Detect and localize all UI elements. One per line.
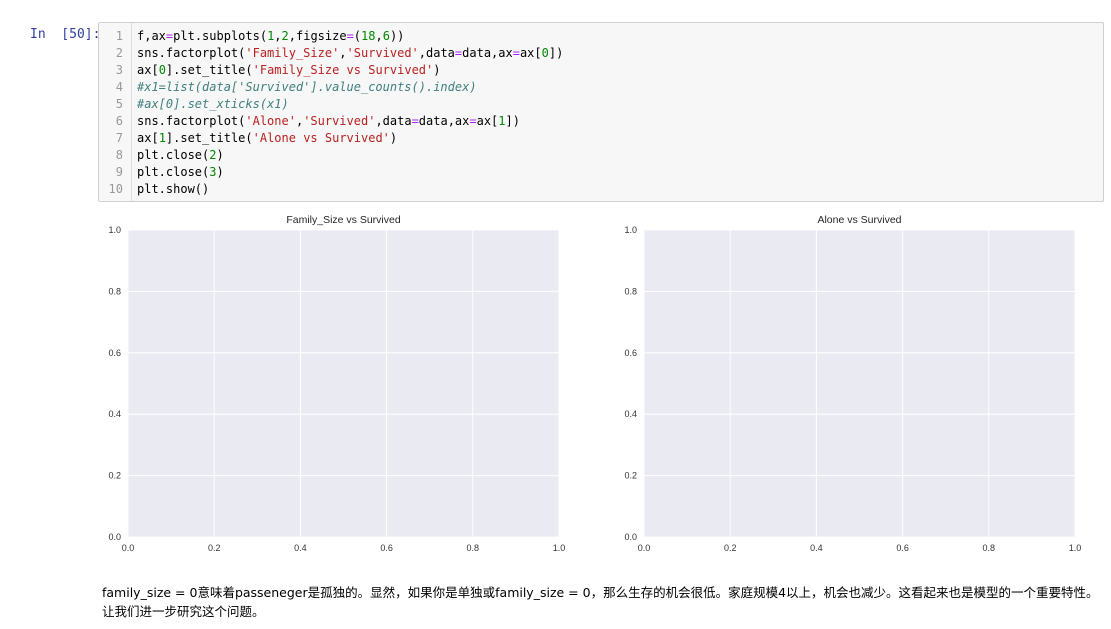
y-tick-label: 0.4	[108, 409, 121, 419]
line-number: 3	[115, 63, 123, 77]
y-tick-label: 0.2	[624, 471, 637, 481]
output-figure: 0.0 0.2 0.4 0.6 0.8 1.0 0.0 0.2 0.4 0.6 0.8 1.0 Fami…	[0, 205, 1111, 565]
code-line: 1 f,ax=plt.subplots(1,2,figsize=(18,6))	[99, 28, 1103, 45]
code-line: 2 sns.factorplot('Family_Size','Survived'…	[99, 45, 1103, 62]
y-tick-label: 0.0	[624, 532, 637, 542]
code-line: 4 #x1=list(data['Survived'].value_counts(…	[99, 79, 1103, 96]
code-line: 5 #ax[0].set_xticks(x1)	[99, 96, 1103, 113]
x-tick-label: 0.8	[467, 543, 480, 553]
subplots-figure: 0.0 0.2 0.4 0.6 0.8 1.0 0.0 0.2 0.4 0.6 0.8 1.0 Fami…	[108, 214, 1081, 553]
line-number: 4	[115, 80, 123, 94]
x-tick-label: 0.4	[294, 543, 307, 553]
y-tick-label: 0.6	[108, 348, 121, 358]
line-number: 8	[115, 148, 123, 162]
line-number: 1	[115, 29, 123, 43]
x-tick-label: 0.6	[896, 543, 909, 553]
markdown-paragraph: family_size = 0意味着passeneger是孤独的。显然，如果你是…	[102, 585, 1099, 619]
code-cell-editor[interactable]: 1 f,ax=plt.subplots(1,2,figsize=(18,6)) 2 s…	[98, 22, 1104, 202]
y-tick-label: 1.0	[108, 225, 121, 235]
code-text: #x1=list(data['Survived'].value_counts()…	[137, 80, 477, 94]
line-number: 2	[115, 46, 123, 60]
code-text: f,ax=plt.subplots(1,2,figsize=(18,6))	[137, 29, 405, 43]
code-text: plt.show()	[137, 182, 210, 196]
axes-background	[128, 230, 559, 537]
y-tick-label: 0.8	[108, 286, 121, 296]
code-line: 6 sns.factorplot('Alone','Survived',data=…	[99, 113, 1103, 130]
code-text: ax[0].set_title('Family_Size vs Survived…	[137, 63, 441, 77]
x-tick-label: 0.2	[208, 543, 221, 553]
code-text: ax[1].set_title('Alone vs Survived')	[137, 131, 398, 145]
code-text: sns.factorplot('Family_Size','Survived',…	[137, 46, 564, 60]
y-tick-label: 0.6	[624, 348, 637, 358]
y-tick-label: 0.4	[624, 409, 637, 419]
cell-prompt: In [50]:	[30, 27, 101, 42]
line-number: 10	[108, 182, 123, 196]
code-line: 7 ax[1].set_title('Alone vs Survived')	[99, 130, 1103, 147]
code-lines: 1 f,ax=plt.subplots(1,2,figsize=(18,6)) 2 s…	[99, 28, 1103, 198]
code-text: sns.factorplot('Alone','Survived',data=d…	[137, 114, 520, 128]
x-tick-label: 0.4	[810, 543, 823, 553]
x-tick-label: 0.2	[724, 543, 737, 553]
line-number: 5	[115, 97, 123, 111]
x-tick-label: 0.6	[380, 543, 393, 553]
code-line: 8 plt.close(2)	[99, 147, 1103, 164]
axes-background	[644, 230, 1075, 537]
y-tick-label: 1.0	[624, 225, 637, 235]
subplot-title: Alone vs Survived	[817, 214, 901, 226]
x-tick-label: 0.8	[983, 543, 996, 553]
y-tick-label: 0.2	[108, 471, 121, 481]
line-number: 9	[115, 165, 123, 179]
line-number: 6	[115, 114, 123, 128]
y-tick-label: 0.8	[624, 286, 637, 296]
subplot-1: 0.0 0.2 0.4 0.6 0.8 1.0 0.0 0.2 0.4 0.6 0.8 1.0 Fami…	[108, 214, 565, 553]
code-text: #ax[0].set_xticks(x1)	[137, 97, 289, 111]
line-number: 7	[115, 131, 123, 145]
x-tick-label: 1.0	[553, 543, 566, 553]
code-line: 9 plt.close(3)	[99, 164, 1103, 181]
code-text: plt.close(3)	[137, 165, 224, 179]
code-line: 10 plt.show()	[99, 181, 1103, 198]
x-tick-label: 1.0	[1069, 543, 1082, 553]
y-tick-label: 0.0	[108, 532, 121, 542]
subplot-title: Family_Size vs Survived	[286, 214, 401, 226]
x-tick-label: 0.0	[122, 543, 135, 553]
code-text: plt.close(2)	[137, 148, 224, 162]
x-tick-label: 0.0	[638, 543, 651, 553]
code-line: 3 ax[0].set_title('Family_Size vs Survive…	[99, 62, 1103, 79]
subplot-2: 0.0 0.2 0.4 0.6 0.8 1.0 0.0 0.2 0.4 0.6 0.8 1.0 Alon…	[624, 214, 1081, 553]
